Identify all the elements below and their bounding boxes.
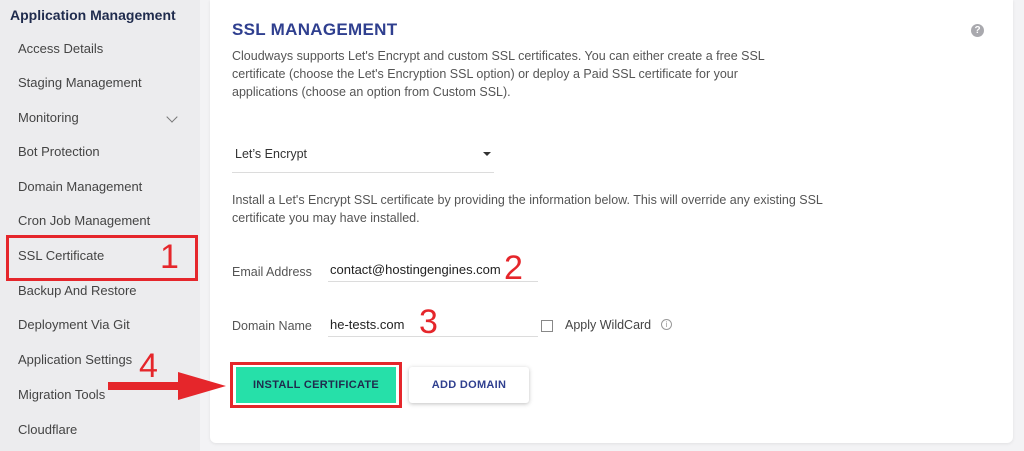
wildcard-label: Apply WildCard xyxy=(565,318,652,332)
sidebar-item-deployment-via-git[interactable]: Deployment Via Git xyxy=(18,315,188,335)
page-description: Cloudways supports Let's Encrypt and cus… xyxy=(232,49,765,99)
wildcard-checkbox[interactable] xyxy=(541,320,553,332)
ssl-type-select[interactable]: Let’s Encrypt xyxy=(232,140,494,173)
install-info-text: Install a Let's Encrypt SSL certificate … xyxy=(232,193,823,225)
page-title: SSL MANAGEMENT xyxy=(232,20,398,39)
step-number-3: 3 xyxy=(419,303,438,341)
step-number-2: 2 xyxy=(504,249,523,287)
caret-down-icon xyxy=(483,152,491,156)
sidebar-item-staging-management[interactable]: Staging Management xyxy=(18,73,188,93)
sidebar-item-cloudflare[interactable]: Cloudflare xyxy=(18,420,188,440)
info-icon[interactable]: i xyxy=(661,319,672,330)
highlight-box-install-certificate xyxy=(230,362,402,408)
ssl-type-value: Let’s Encrypt xyxy=(235,147,308,161)
sidebar-item-domain-management[interactable]: Domain Management xyxy=(18,177,188,197)
chevron-down-icon xyxy=(166,111,178,123)
email-label: Email Address xyxy=(232,265,312,279)
arrow-right-icon xyxy=(108,372,226,400)
domain-label: Domain Name xyxy=(232,319,312,333)
sidebar-item-label: Monitoring xyxy=(18,110,79,125)
sidebar-title: Application Management xyxy=(10,7,176,23)
sidebar-item-backup-and-restore[interactable]: Backup And Restore xyxy=(18,281,188,301)
sidebar-item-cron-job-management[interactable]: Cron Job Management xyxy=(18,211,188,231)
add-domain-button[interactable]: ADD DOMAIN xyxy=(409,367,529,403)
sidebar-item-access-details[interactable]: Access Details xyxy=(18,39,188,59)
sidebar-item-monitoring[interactable]: Monitoring xyxy=(18,108,188,128)
step-number-1: 1 xyxy=(160,238,179,276)
help-icon[interactable]: ? xyxy=(971,24,984,37)
sidebar-item-application-settings[interactable]: Application Settings xyxy=(18,350,188,370)
sidebar-item-bot-protection[interactable]: Bot Protection xyxy=(18,142,188,162)
